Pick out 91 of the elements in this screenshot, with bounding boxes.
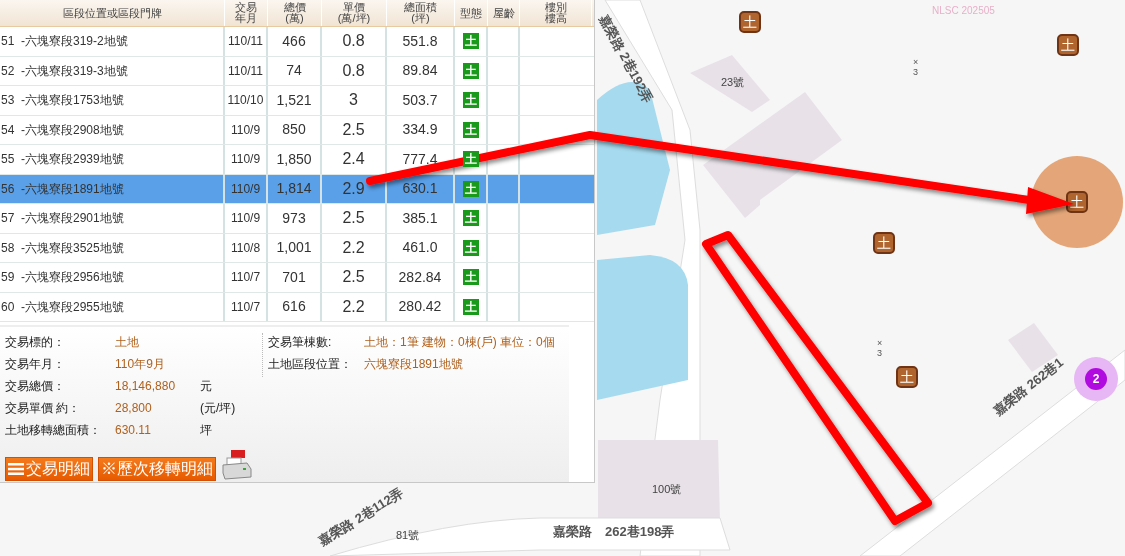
table-cell: 503.7: [387, 86, 455, 115]
table-cell: 110/9: [225, 145, 268, 174]
table-cell: 973: [268, 204, 322, 233]
table-cell: 110/11: [225, 27, 268, 56]
column-header: 樓別 樓高: [520, 0, 592, 26]
land-marker[interactable]: 土: [1057, 34, 1079, 56]
address-label: 23號: [721, 75, 745, 90]
detail-label: 交易筆棟數:: [268, 334, 333, 351]
table-cell: 110/7: [225, 292, 268, 321]
table-row[interactable]: 56 -六塊寮段1891地號 110/9 1,814 2.9 630.1 土: [0, 174, 594, 204]
table-row[interactable]: 58 -六塊寮段3525地號 110/8 1,001 2.2 461.0 土: [0, 233, 594, 263]
table-cell: 57 -六塊寮段2901地號: [0, 204, 225, 233]
table-cell: 385.1: [387, 204, 455, 233]
table-cell: 2.5: [322, 263, 387, 292]
detail-label: 交易單價 約：: [5, 400, 82, 417]
land-marker[interactable]: 土: [739, 11, 761, 33]
detail-value: 土地: [115, 334, 140, 351]
land-type-badge: 土: [462, 298, 479, 315]
column-header: 區段位置或區段門牌: [0, 0, 225, 26]
column-header: 交易 年月: [225, 0, 268, 26]
land-marker[interactable]: 土: [896, 366, 918, 388]
column-header: 總面積 (坪): [387, 0, 455, 26]
table-cell: 3: [322, 86, 387, 115]
menu-icon: [8, 462, 24, 476]
table-row[interactable]: 54 -六塊寮段2908地號 110/9 850 2.5 334.9 土: [0, 115, 594, 145]
table-row[interactable]: 59 -六塊寮段2956地號 110/7 701 2.5 282.84 土: [0, 263, 594, 293]
table-cell: 110/10: [225, 86, 268, 115]
table-row[interactable]: 52 -六塊寮段319-3地號 110/11 74 0.8 89.84 土: [0, 56, 594, 86]
detail-label: 土地移轉總面積：: [5, 422, 102, 439]
detail-unit: 元: [200, 378, 212, 395]
map-mark: ×3: [913, 58, 920, 78]
detail-value: 土地：1筆 建物：0棟(戶) 車位：0個: [364, 334, 555, 351]
land-type-badge: 土: [462, 239, 479, 256]
table-row[interactable]: 51 -六塊寮段319-2地號 110/11 466 0.8 551.8 土: [0, 27, 594, 57]
table-cell: 51 -六塊寮段319-2地號: [0, 27, 225, 56]
table-cell: 616: [268, 292, 322, 321]
road-label: 嘉榮路 262巷1: [989, 353, 1068, 421]
table-cell: 59 -六塊寮段2956地號: [0, 263, 225, 292]
detail-label: 交易總價：: [5, 378, 66, 395]
table-row[interactable]: 53 -六塊寮段1753地號 110/10 1,521 3 503.7 土: [0, 86, 594, 116]
map-attribution: NLSC 202505: [932, 4, 995, 18]
detail-unit: 坪: [200, 422, 212, 439]
land-type-badge: 土: [462, 151, 479, 168]
pdf-printer-icon[interactable]: [221, 449, 253, 481]
land-type-badge: 土: [462, 92, 479, 109]
detail-value: 110年9月: [115, 356, 166, 373]
table-cell: 1,850: [268, 145, 322, 174]
table-row[interactable]: 57 -六塊寮段2901地號 110/9 973 2.5 385.1 土: [0, 204, 594, 234]
land-type-badge: 土: [462, 62, 479, 79]
table-cell: 0.8: [322, 27, 387, 56]
land-type-badge: 土: [462, 33, 479, 50]
land-type-badge: 土: [462, 269, 479, 286]
column-header: 型態: [455, 0, 488, 26]
map-mark: ×3: [877, 339, 884, 359]
address-label: 81號: [396, 528, 420, 543]
land-type-badge: 土: [462, 210, 479, 227]
table-cell: 282.84: [387, 263, 455, 292]
detail-label: 交易年月：: [5, 356, 66, 373]
column-header: 單價 (萬/坪): [322, 0, 387, 26]
column-header: 屋齡: [488, 0, 520, 26]
table-cell: 110/7: [225, 263, 268, 292]
detail-label: 土地區段位置：: [268, 356, 353, 373]
land-marker[interactable]: 土: [1066, 191, 1088, 213]
table-cell: 55 -六塊寮段2939地號: [0, 145, 225, 174]
table-cell: 701: [268, 263, 322, 292]
road-label: 嘉榮路 262巷198弄: [553, 523, 675, 541]
table-cell: 53 -六塊寮段1753地號: [0, 86, 225, 115]
detail-value: 六塊寮段1891地號: [364, 356, 463, 373]
table-cell: 110/9: [225, 204, 268, 233]
table-row[interactable]: 60 -六塊寮段2955地號 110/7 616 2.2 280.42 土: [0, 292, 594, 322]
land-marker[interactable]: 土: [873, 232, 895, 254]
road-label: 嘉榮路 2巷192弄: [595, 11, 657, 107]
table-cell: 2.5: [322, 204, 387, 233]
column-header: 總價 (萬): [268, 0, 322, 26]
detail-unit: (元/坪): [200, 400, 236, 417]
table-cell: 2.4: [322, 145, 387, 174]
detail-value: 18,146,880: [115, 378, 177, 395]
table-cell: 280.42: [387, 292, 455, 321]
table-cell: 2.2: [322, 292, 387, 321]
detail-value: 28,800: [115, 400, 153, 417]
table-cell: 777.4: [387, 145, 455, 174]
land-type-badge: 土: [462, 180, 479, 197]
table-cell: 466: [268, 27, 322, 56]
table-cell: 60 -六塊寮段2955地號: [0, 292, 225, 321]
table-cell: 1,521: [268, 86, 322, 115]
address-label: 100號: [652, 482, 682, 497]
land-type-badge: 土: [462, 121, 479, 138]
table-cell: 551.8: [387, 27, 455, 56]
detail-value: 630.11: [115, 422, 152, 439]
detail-label: 交易標的：: [5, 334, 66, 351]
table-row[interactable]: 55 -六塊寮段2939地號 110/9 1,850 2.4 777.4 土: [0, 145, 594, 175]
